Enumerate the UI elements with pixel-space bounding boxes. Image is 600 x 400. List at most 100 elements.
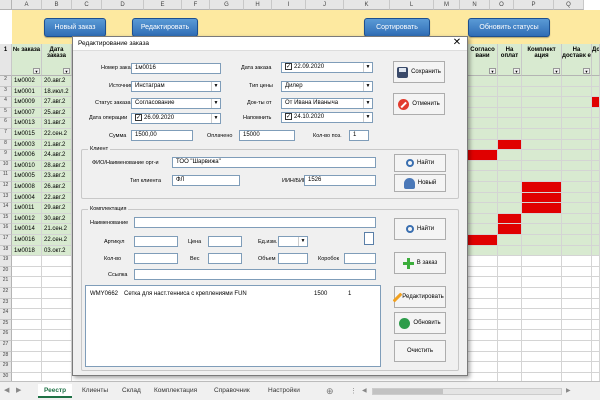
status-cell[interactable]: [562, 129, 592, 140]
status-cell[interactable]: [592, 192, 600, 204]
status-cell[interactable]: [562, 160, 592, 172]
row-header[interactable]: 28: [0, 351, 12, 363]
order-id-cell[interactable]: [12, 351, 42, 363]
status-cell[interactable]: [498, 139, 522, 151]
status-cell[interactable]: [592, 245, 600, 257]
order-date-cell[interactable]: [42, 362, 72, 373]
status-cell[interactable]: [522, 330, 562, 341]
order-id-cell[interactable]: 1м0005: [12, 171, 42, 182]
status-cell[interactable]: [498, 266, 522, 278]
status-cell[interactable]: [522, 288, 562, 299]
status-cell[interactable]: [562, 298, 592, 310]
order-date-cell[interactable]: 22.сен.2: [42, 129, 72, 140]
column-header[interactable]: N: [460, 0, 490, 10]
status-cell[interactable]: [522, 362, 562, 373]
filter-dropdown-icon[interactable]: ▼: [63, 68, 70, 74]
order-id-cell[interactable]: [12, 319, 42, 331]
status-cell[interactable]: [592, 150, 600, 161]
status-cell[interactable]: [468, 341, 498, 352]
inn-field[interactable]: 1526: [304, 175, 376, 186]
status-cell[interactable]: [468, 182, 498, 193]
volume-field[interactable]: [278, 253, 308, 264]
status-cell[interactable]: [592, 160, 600, 172]
column-header[interactable]: L: [390, 0, 434, 10]
status-cell[interactable]: [592, 171, 600, 182]
filter-dropdown-icon[interactable]: ▼: [489, 68, 496, 74]
order-date-cell[interactable]: 31.авг.2: [42, 118, 72, 129]
chevron-down-icon[interactable]: ▼: [363, 63, 372, 72]
status-cell[interactable]: [522, 245, 562, 257]
status-cell[interactable]: [522, 76, 562, 87]
order-date-cell[interactable]: 27.авг.2: [42, 97, 72, 108]
chevron-down-icon[interactable]: ▼: [211, 114, 220, 123]
chevron-down-icon[interactable]: ▼: [211, 99, 220, 108]
row-header[interactable]: 12: [0, 182, 12, 193]
status-cell[interactable]: [468, 266, 498, 278]
status-cell[interactable]: [562, 341, 592, 352]
status-cell[interactable]: [468, 256, 498, 267]
status-cell[interactable]: [498, 235, 522, 246]
status-cell[interactable]: [468, 139, 498, 151]
filter-dropdown-icon[interactable]: ▼: [33, 68, 40, 74]
column-header[interactable]: B: [42, 0, 72, 10]
status-cell[interactable]: [562, 245, 592, 257]
order-date-cell[interactable]: [42, 319, 72, 331]
row-header[interactable]: 10: [0, 160, 12, 172]
status-cell[interactable]: [522, 182, 562, 193]
status-cell[interactable]: [522, 97, 562, 108]
status-cell[interactable]: [522, 351, 562, 363]
order-date-cell[interactable]: 22.сен.2: [42, 235, 72, 246]
update-button[interactable]: Обновить: [394, 312, 446, 334]
status-cell[interactable]: [522, 298, 562, 310]
order-id-cell[interactable]: 1м0015: [12, 129, 42, 140]
status-cell[interactable]: [468, 298, 498, 310]
items-list[interactable]: WMY0662 Сетка для наст.тенниса с креплени…: [85, 285, 381, 367]
status-cell[interactable]: [562, 362, 592, 373]
order-id-cell[interactable]: [12, 266, 42, 278]
tab-settings[interactable]: Настройки: [262, 384, 306, 398]
status-cell[interactable]: [498, 277, 522, 288]
status-cell[interactable]: [498, 150, 522, 161]
row-header[interactable]: 9: [0, 150, 12, 161]
edit-order-button[interactable]: Редактировать: [132, 18, 198, 37]
row-header[interactable]: 3: [0, 86, 12, 98]
status-cell[interactable]: [592, 277, 600, 288]
add-sheet-icon[interactable]: ⊕: [320, 384, 340, 398]
status-cell[interactable]: [562, 256, 592, 267]
link-field[interactable]: [134, 269, 376, 280]
status-cell[interactable]: [498, 160, 522, 172]
close-icon[interactable]: ✕: [451, 38, 463, 49]
status-cell[interactable]: [562, 330, 592, 341]
status-cell[interactable]: [562, 288, 592, 299]
more-tabs-icon[interactable]: ⋮: [350, 387, 357, 395]
order-date-cell[interactable]: 23.авг.2: [42, 171, 72, 182]
order-id-cell[interactable]: 1м0004: [12, 192, 42, 204]
column-header[interactable]: K: [344, 0, 390, 10]
status-cell[interactable]: [498, 171, 522, 182]
status-cell[interactable]: [468, 319, 498, 331]
order-id-cell[interactable]: [12, 277, 42, 288]
status-cell[interactable]: [522, 107, 562, 119]
doc-from-select[interactable]: От Ивана Иваныча ▼: [281, 98, 373, 109]
tab-scroll-right-icon[interactable]: ▶: [16, 386, 21, 394]
status-cell[interactable]: [498, 107, 522, 119]
row-header[interactable]: 29: [0, 362, 12, 373]
status-cell[interactable]: [468, 107, 498, 119]
status-cell[interactable]: [498, 192, 522, 204]
status-cell[interactable]: [562, 97, 592, 108]
row-header[interactable]: 25: [0, 319, 12, 331]
header-payment[interactable]: На оплат ▼: [498, 44, 522, 76]
remind-date-picker[interactable]: ✓ 24.10.2020 ▼: [281, 112, 373, 123]
status-cell[interactable]: [498, 86, 522, 98]
status-cell[interactable]: [468, 76, 498, 87]
order-date-cell[interactable]: 24.авг.2: [42, 150, 72, 161]
column-header[interactable]: P: [514, 0, 554, 10]
scrollbar-thumb[interactable]: [373, 389, 443, 394]
status-cell[interactable]: [468, 150, 498, 161]
row-header[interactable]: 7: [0, 129, 12, 140]
status-cell[interactable]: [468, 129, 498, 140]
row-header[interactable]: 16: [0, 224, 12, 235]
find-item-button[interactable]: Найти: [394, 218, 446, 240]
status-cell[interactable]: [522, 171, 562, 182]
status-cell[interactable]: [468, 330, 498, 341]
